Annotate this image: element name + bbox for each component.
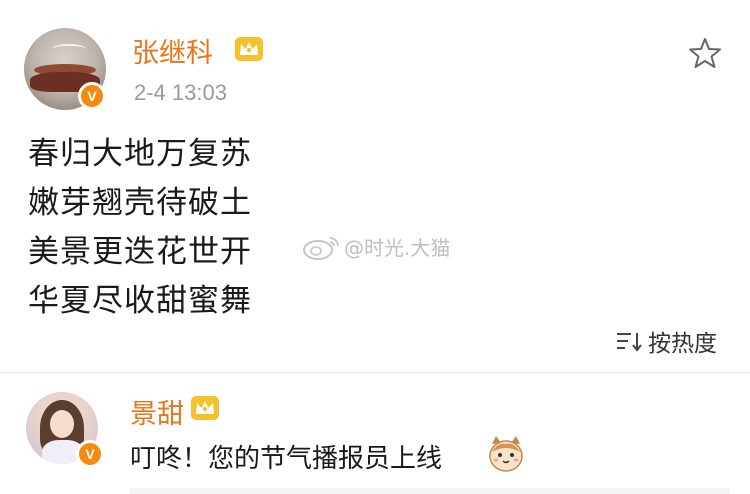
sort-icon (617, 333, 642, 352)
post-timestamp: 2-4 13:03 (134, 80, 227, 105)
verified-badge-icon: V (76, 440, 104, 468)
comment-author-name[interactable]: 景甜 (130, 392, 184, 431)
verified-badge-icon: V (78, 82, 106, 110)
watermark: @时光.大猫 (302, 232, 450, 261)
watermark-text: @时光.大猫 (344, 236, 451, 260)
star-outline-icon[interactable] (688, 36, 722, 70)
post-content: 春归大地万复苏 嫩芽翘壳待破土 美景更迭花世开 华夏尽收甜蜜舞 (28, 130, 252, 326)
crown-icon (235, 37, 263, 61)
crown-icon (191, 396, 219, 420)
poem-line: 美景更迭花世开 (28, 234, 252, 270)
comment-text: 叮咚！您的节气播报员上线 (130, 444, 443, 474)
divider (0, 372, 750, 373)
post-author-name[interactable]: 张继科 (132, 31, 213, 70)
poem-line: 春归大地万复苏 (28, 136, 252, 172)
cat-emoji-icon (489, 436, 523, 472)
sort-by-hot-button[interactable]: 按热度 (614, 324, 717, 358)
poem-line: 华夏尽收甜蜜舞 (28, 283, 252, 319)
weibo-logo-icon (303, 236, 339, 260)
reply-box[interactable] (130, 488, 730, 494)
sort-label: 按热度 (648, 331, 717, 357)
weibo-post: V 张继科 2-4 13:03 春归大地万复苏 嫩芽翘壳待破土 美景更迭花世开 … (0, 0, 750, 360)
poem-line: 嫩芽翘壳待破土 (28, 185, 252, 221)
